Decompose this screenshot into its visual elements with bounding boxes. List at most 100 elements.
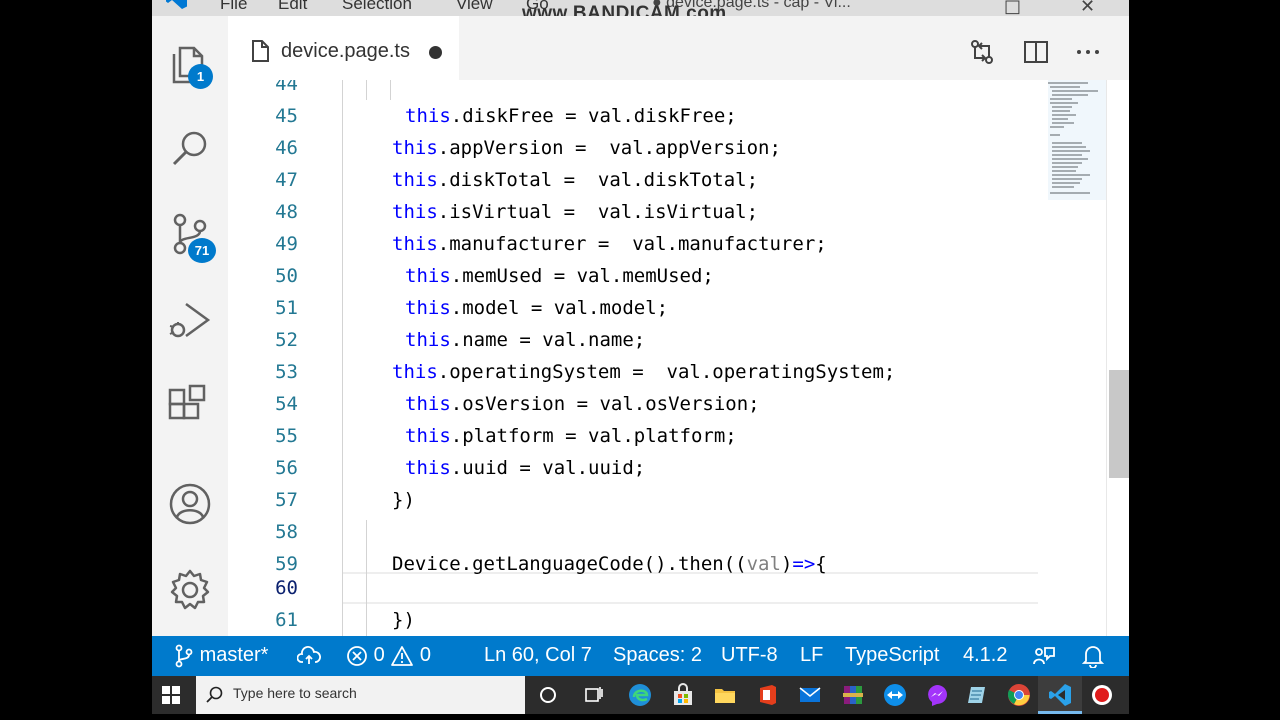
branch-name: master* [199,644,269,666]
line-number: 55 [275,425,298,447]
line-number: 49 [275,233,298,255]
more-actions-icon[interactable] [1074,38,1102,66]
store-icon[interactable] [671,683,695,707]
line-number: 44 [275,80,298,95]
code-line: 57 }) [228,484,1038,516]
code-text: this.operatingSystem = val.operatingSyst… [392,361,896,383]
menu-selection[interactable]: Selection [342,0,412,14]
code-text: this.diskTotal = val.diskTotal; [392,169,759,191]
notifications-bell-icon[interactable] [1082,644,1104,668]
menu-view[interactable]: View [456,0,493,14]
extensions-button[interactable] [166,382,214,430]
unsaved-dot-icon[interactable] [429,46,442,59]
source-control-button[interactable]: 71 [166,210,216,263]
warning-count: 0 [419,644,431,666]
title-bar: File Edit Selection View Go ● device.pag… [152,0,1129,16]
code-editor[interactable]: 44 45 this.diskFree = val.diskFree; 46 t… [228,80,1129,636]
compare-changes-icon[interactable] [968,38,996,66]
explorer-button[interactable]: 1 [166,38,214,89]
encoding-setting[interactable]: UTF-8 [721,636,778,676]
search-icon [206,686,223,703]
code-line: 56 this.uuid = val.uuid; [228,452,1038,484]
code-text: this.diskFree = val.diskFree; [405,105,737,127]
search-button[interactable] [166,124,214,172]
taskbar-search-box[interactable]: Type here to search [196,676,525,714]
line-number: 50 [275,265,298,287]
line-number: 54 [275,393,298,415]
line-number: 57 [275,489,298,511]
edge-icon[interactable] [628,683,652,707]
account-button[interactable] [166,480,214,528]
active-app-indicator [1038,711,1082,714]
manage-button[interactable] [166,566,214,614]
line-number: 53 [275,361,298,383]
language-mode[interactable]: TypeScript [845,636,939,676]
tab-filename: device.page.ts [281,40,410,62]
code-line: 58 [228,516,1038,548]
activity-bar: 1 71 [152,16,228,636]
windows-start-icon[interactable] [160,683,182,707]
warning-icon [391,645,414,666]
split-editor-icon[interactable] [1022,38,1050,66]
task-view-icon[interactable] [582,683,606,707]
office-icon[interactable] [756,683,780,707]
code-text: this.isVirtual = val.isVirtual; [392,201,759,223]
restore-icon[interactable]: □ [1004,0,1021,16]
minimap[interactable] [1048,80,1108,636]
mail-icon[interactable] [798,683,822,707]
windows-taskbar: Type here to search [152,676,1129,714]
code-line: 51 this.model = val.model; [228,292,1038,324]
code-line: 48 this.isVirtual = val.isVirtual; [228,196,1038,228]
line-number: 46 [275,137,298,159]
code-text: this.manufacturer = val.manufacturer; [392,233,827,255]
code-text: this.osVersion = val.osVersion; [405,393,760,415]
run-debug-button[interactable] [166,296,214,344]
code-line: 45 this.diskFree = val.diskFree; [228,100,1038,132]
vscode-icon[interactable] [1048,683,1072,707]
line-number: 56 [275,457,298,479]
vscode-logo-icon [166,0,187,9]
winrar-icon[interactable] [841,683,865,707]
notepad-icon[interactable] [966,683,990,707]
indentation-setting[interactable]: Spaces: 2 [613,636,702,676]
code-line: 55 this.platform = val.platform; [228,420,1038,452]
status-bar: master* 0 0 Ln 60, Col 7 Spaces: 2 UTF-8… [152,636,1129,676]
branch-indicator[interactable]: master* [174,636,268,676]
tab-device-page-ts[interactable]: device.page.ts [228,16,459,80]
teamviewer-icon[interactable] [883,683,907,707]
cursor-position[interactable]: Ln 60, Col 7 [484,636,592,676]
chrome-icon[interactable] [1007,683,1031,707]
code-line-active: 60 [228,572,1038,604]
eol-setting[interactable]: LF [800,636,823,676]
cortana-icon[interactable] [536,683,560,707]
menu-edit[interactable]: Edit [278,0,307,14]
code-line: 54 this.osVersion = val.osVersion; [228,388,1038,420]
feedback-icon[interactable] [1032,644,1056,668]
code-text: this.platform = val.platform; [405,425,737,447]
code-line: 53 this.operatingSystem = val.operatingS… [228,356,1038,388]
vertical-scrollbar[interactable] [1106,80,1129,636]
search-placeholder: Type here to search [233,685,357,701]
line-number: 51 [275,297,298,319]
code-line: 47 this.diskTotal = val.diskTotal; [228,164,1038,196]
vscode-window: File Edit Selection View Go ● device.pag… [152,0,1129,714]
close-window-icon[interactable]: ✕ [1080,0,1095,16]
account-icon [169,483,211,525]
recording-watermark: www.BANDICAM.com [522,3,727,16]
line-number: 52 [275,329,298,351]
sync-cloud-icon[interactable] [297,644,321,668]
code-text: }) [392,489,415,511]
problems-indicator[interactable]: 0 0 [346,636,431,676]
code-line: 50 this.memUsed = val.memUsed; [228,260,1038,292]
file-explorer-icon[interactable] [713,683,737,707]
editor-tab-bar: device.page.ts [228,16,1129,80]
typescript-version[interactable]: 4.1.2 [963,636,1007,676]
code-line: 52 this.name = val.name; [228,324,1038,356]
record-icon[interactable] [1090,683,1114,707]
menu-file[interactable]: File [220,0,247,14]
code-line: 44 [228,80,1038,100]
line-number: 45 [275,105,298,127]
messenger-icon[interactable] [925,683,949,707]
code-text: this.model = val.model; [405,297,669,319]
scrollbar-thumb[interactable] [1109,370,1129,478]
